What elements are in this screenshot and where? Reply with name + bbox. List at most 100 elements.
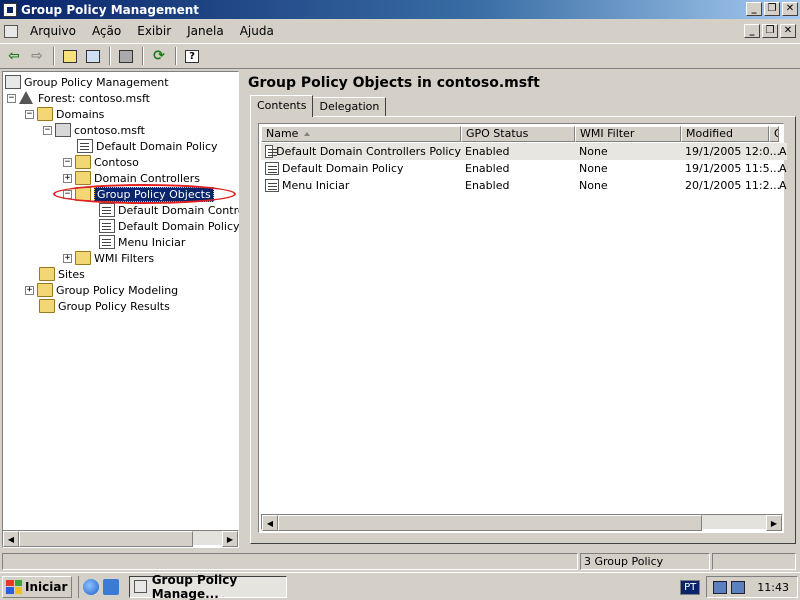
taskbar-button-gpmc[interactable]: Group Policy Manage... <box>129 573 288 600</box>
collapse-icon[interactable]: − <box>63 157 72 167</box>
menu-janela[interactable]: Janela <box>179 24 232 38</box>
up-folder-icon[interactable] <box>59 46 81 66</box>
notification-area: 11:43 <box>706 576 798 598</box>
column-header-wmi-filter[interactable]: WMI Filter <box>575 126 681 142</box>
tab-delegation[interactable]: Delegation <box>312 97 387 117</box>
network-icon[interactable] <box>731 580 746 594</box>
scroll-left-icon[interactable]: ◀ <box>3 531 19 547</box>
forest-icon <box>19 91 35 105</box>
tree-node-forest[interactable]: − Forest: contoso.msft <box>7 90 150 106</box>
tree-pane[interactable]: Group Policy Management − Forest: contos… <box>2 71 262 548</box>
start-label: Iniciar <box>25 579 68 594</box>
cell-status: Enabled <box>465 179 510 192</box>
outlook-express-icon[interactable] <box>103 578 120 595</box>
toolbar-separator <box>142 47 144 65</box>
menu-acao[interactable]: Ação <box>84 24 129 38</box>
tree-node-group-policy-objects[interactable]: − Group Policy Objects <box>63 186 214 202</box>
tree-node-wmi-filters[interactable]: + WMI Filters <box>63 250 154 266</box>
back-arrow-icon[interactable]: ⇦ <box>3 46 25 66</box>
scroll-right-icon[interactable]: ▶ <box>222 531 238 547</box>
tree-node-gpo[interactable]: Menu Iniciar <box>99 234 185 250</box>
tree-label: Domains <box>56 107 105 121</box>
tree-node-results[interactable]: Group Policy Results <box>39 298 170 314</box>
network-icon[interactable] <box>713 580 728 594</box>
scrollbar-thumb[interactable] <box>278 515 702 531</box>
gpo-link-icon <box>77 139 93 153</box>
gpo-container-icon <box>75 187 91 201</box>
start-button[interactable]: Iniciar <box>2 575 73 598</box>
scroll-left-icon[interactable]: ◀ <box>262 515 278 531</box>
tree-node-gpo[interactable]: Default Domain Policy <box>99 218 240 234</box>
tree-node-root[interactable]: Group Policy Management <box>5 74 169 90</box>
tree-label: Domain Controllers <box>94 171 201 185</box>
table-row[interactable]: Menu Iniciar Enabled None 20/1/2005 11:2… <box>261 177 787 194</box>
tree-node-domain-controllers[interactable]: + Domain Controllers <box>63 170 200 186</box>
quick-launch <box>78 575 120 598</box>
menu-exibir[interactable]: Exibir <box>129 24 179 38</box>
mdi-minimize-button[interactable]: _ <box>744 24 760 38</box>
internet-explorer-icon[interactable] <box>83 578 100 595</box>
console-icon[interactable] <box>4 24 18 38</box>
collapse-icon[interactable]: − <box>43 125 52 135</box>
tree-label: Sites <box>58 267 85 281</box>
language-indicator[interactable]: PT <box>680 579 701 595</box>
column-header-modified[interactable]: Modified <box>681 126 769 142</box>
collapse-icon[interactable]: − <box>63 189 72 199</box>
mdi-close-button[interactable]: ✕ <box>780 24 796 38</box>
menu-ajuda[interactable]: Ajuda <box>232 24 282 38</box>
expand-icon[interactable]: + <box>25 285 34 295</box>
help-icon[interactable]: ? <box>181 46 203 66</box>
column-header-gpo-status[interactable]: GPO Status <box>461 126 575 142</box>
clock[interactable]: 11:43 <box>757 581 789 594</box>
cell-wmi: None <box>579 179 608 192</box>
gpo-list[interactable]: Name GPO Status WMI Filter Modified O De… <box>258 123 787 533</box>
restore-button[interactable]: ❐ <box>764 2 780 16</box>
delete-icon[interactable] <box>115 46 137 66</box>
mdi-restore-button[interactable]: ❐ <box>762 24 778 38</box>
expand-icon[interactable]: + <box>63 173 72 183</box>
status-panel-extra <box>712 552 796 570</box>
scroll-right-icon[interactable]: ▶ <box>766 515 782 531</box>
column-header-owner[interactable]: O <box>769 126 779 142</box>
toolbar-separator <box>53 47 55 65</box>
expand-icon[interactable]: + <box>63 253 72 263</box>
cell-name: Default Domain Policy <box>282 162 404 175</box>
window-title: Group Policy Management <box>21 2 200 17</box>
tree-node-gpo[interactable]: Default Domain Controller <box>99 202 262 218</box>
title-bar: Group Policy Management _ ❐ ✕ <box>0 0 800 19</box>
tree-node-modeling[interactable]: + Group Policy Modeling <box>25 282 178 298</box>
tree-label: Group Policy Results <box>58 299 170 313</box>
scrollbar-track[interactable] <box>702 515 766 529</box>
tab-panel: Name GPO Status WMI Filter Modified O De… <box>250 116 796 544</box>
tree-node-default-domain-policy-link[interactable]: Default Domain Policy <box>77 138 218 154</box>
tab-contents[interactable]: Contents <box>250 95 314 117</box>
tree-node-domains[interactable]: − Domains <box>25 106 104 122</box>
gpo-icon <box>265 145 278 158</box>
gpmc-task-icon <box>134 580 147 593</box>
tree-label: contoso.msft <box>74 123 145 137</box>
tree-node-contoso[interactable]: − Contoso <box>63 154 139 170</box>
cell-wmi: None <box>579 145 608 158</box>
tree-horizontal-scrollbar[interactable]: ◀ ▶ <box>2 530 239 547</box>
show-hide-tree-icon[interactable] <box>82 46 104 66</box>
minimize-button[interactable]: _ <box>746 2 762 16</box>
tree-node-sites[interactable]: Sites <box>39 266 85 282</box>
app-icon[interactable] <box>3 2 17 17</box>
menu-arquivo[interactable]: Arquivo <box>22 24 84 38</box>
list-horizontal-scrollbar[interactable]: ◀ ▶ <box>261 514 783 531</box>
scrollbar-thumb[interactable] <box>19 531 193 547</box>
close-button[interactable]: ✕ <box>782 2 798 16</box>
collapse-icon[interactable]: − <box>25 109 34 119</box>
tree-label: WMI Filters <box>94 251 155 265</box>
table-row[interactable]: Default Domain Policy Enabled None 19/1/… <box>261 160 787 177</box>
scrollbar-track[interactable] <box>193 531 222 545</box>
ou-icon <box>75 171 91 185</box>
tree-node-domain[interactable]: − contoso.msft <box>43 122 145 138</box>
column-header-name[interactable]: Name <box>261 126 461 142</box>
refresh-icon[interactable]: ⟳ <box>148 46 170 66</box>
forward-arrow-icon[interactable]: ⇨ <box>26 46 48 66</box>
collapse-icon[interactable]: − <box>7 93 16 103</box>
tree-label: Forest: contoso.msft <box>38 91 150 105</box>
folder-icon <box>75 251 91 265</box>
table-row[interactable]: Default Domain Controllers Policy Enable… <box>261 143 787 160</box>
